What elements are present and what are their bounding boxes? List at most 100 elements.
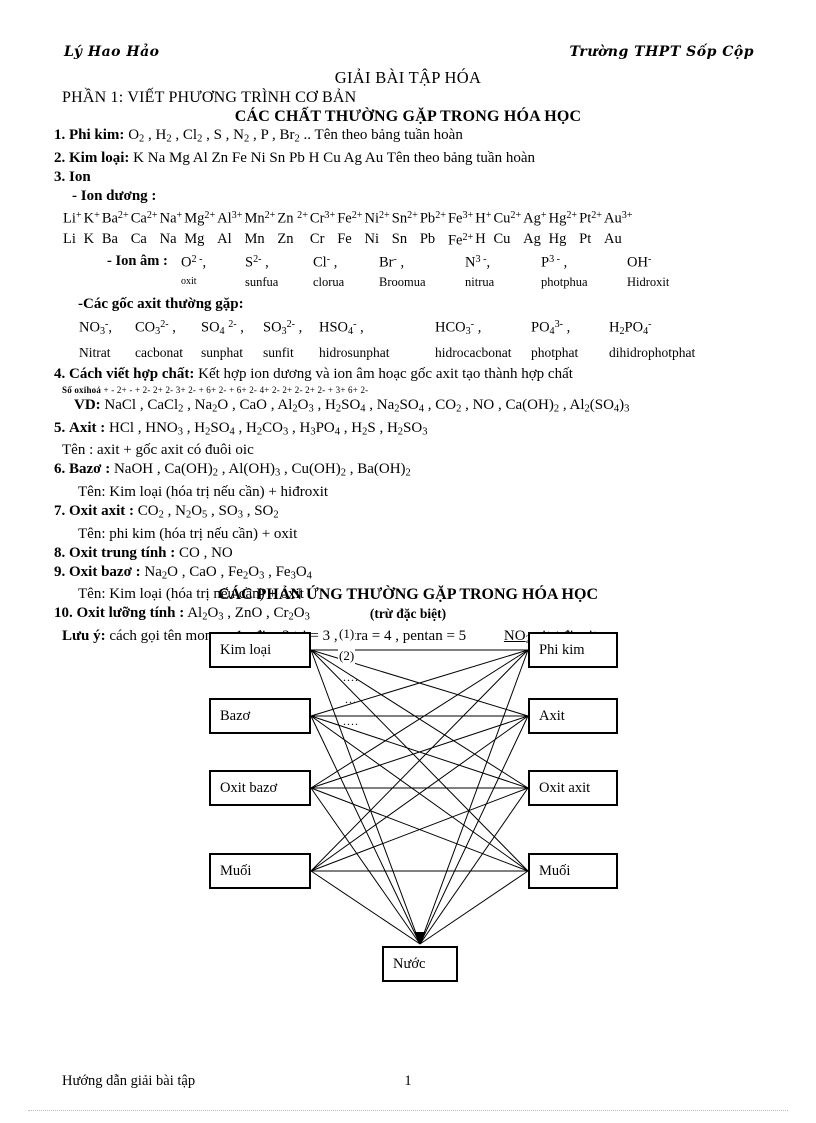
acid-cell: NO3-, (79, 319, 113, 338)
cation-name-row: Li K Ba Ca Na Mg Al Mn Zn Cr Fe Ni Sn Pb… (62, 228, 634, 250)
cation-cell: Na+ (159, 209, 183, 226)
item-label-oxit-trung-tinh: Oxit trung tính : (69, 544, 176, 561)
item-label-phi-kim: Phi kim: (69, 127, 125, 143)
vd-label: VD: (74, 397, 101, 414)
node-oxit-axit[interactable]: Oxit axit (528, 770, 618, 806)
node-label: Oxit axit (539, 779, 591, 796)
cation-name-cell: K (83, 230, 95, 247)
cation-name-cell: Ba (101, 230, 118, 247)
list-item-kim-loai: 2. Kim loại: K Na Mg Al Zn Fe Ni Sn Pb H… (0, 149, 816, 168)
cation-name-cell: Ca (130, 230, 147, 247)
cation-cell: Fe2+ (337, 209, 363, 226)
anion-cell: Br- , (379, 254, 405, 271)
edge-dots-3: .... (343, 714, 359, 728)
cation-cell: Au3+ (604, 209, 633, 226)
edge-dots-1: .... (343, 670, 359, 684)
item-label-oxit-bazo: Oxit bazơ : (69, 563, 141, 580)
acid-name-cell: hidrocacbonat (435, 345, 512, 361)
acid-cell: PO43- , (531, 319, 571, 338)
list-item-axit: 5. Axit : HCl , HNO3 , H2SO4 , H2CO3 , H… (0, 419, 816, 442)
item-label-oxit-axit: Oxit axit : (69, 503, 134, 520)
acid-radical-heading: -Các gốc axit thường gặp: (78, 296, 244, 313)
cation-table: Li+ K+ Ba2+ Ca2+ Na+ Mg2+ Al3+ Mn2+ Zn 2… (62, 206, 634, 251)
section-subtitle: CÁC CHẤT THƯỜNG GẶP TRONG HÓA HỌC (234, 108, 582, 125)
cation-cell: Mn2+ (244, 209, 276, 226)
anion-cell: S2- , (245, 254, 269, 271)
oxidation-values: + - 2+ - + 2- 2+ 2- 3+ 2- + 6+ 2- + 6+ 2… (103, 385, 369, 396)
list-item-phi-kim: 1. Phi kim: O2 , H2 , Cl2 , S , N2 , P ,… (0, 126, 816, 149)
item-number-6: 6. (54, 461, 66, 478)
cation-cell: Cu2+ (493, 209, 522, 226)
axit-formulas: HCl , HNO3 , H2SO4 , H2CO3 , H3PO4 , H2S… (109, 419, 428, 438)
phi-kim-note: Tên theo bảng tuần hoàn (314, 127, 463, 143)
edge-dots-2: ... (345, 692, 357, 706)
document-page: Lý Hao Hảo Trường THPT Sốp Cộp GIẢI BÀI … (0, 0, 816, 1123)
anion-name-cell: Broomua (379, 275, 426, 290)
oxidation-label: Số oxihoá (62, 385, 102, 396)
anion-name-cell: sunfua (245, 275, 279, 290)
acid-name-cell: sunfit (263, 345, 294, 361)
node-muoi-phai[interactable]: Muối (528, 853, 618, 889)
acid-cell: H2PO4- (609, 319, 652, 338)
vd-compounds-line: VD: NaCl , CaCl2 , Na2O , CaO , Al2O3 , … (0, 396, 816, 419)
node-nuoc[interactable]: Nước (382, 946, 458, 982)
list-item-oxit-trung-tinh: 8. Oxit trung tính : CO , NO (0, 544, 816, 563)
cation-name-cell: Zn (277, 230, 294, 247)
anion-name-cell: clorua (313, 275, 345, 290)
item-label-cach-viet: Cách viết hợp chất: (69, 366, 195, 383)
cation-cell: Pb2+ (419, 209, 446, 226)
node-label: Kim loại (220, 641, 272, 658)
acid-ion-row: NO3-, CO32- , SO4 2- , SO32- , HSO4- , H… (78, 314, 707, 342)
cation-cell: Al3+ (217, 209, 243, 226)
acid-name-cell: cacbonat (135, 345, 183, 361)
oxit-axit-formulas: CO2 , N2O5 , SO3 , SO2 (137, 503, 279, 521)
cation-ion-row: Li+ K+ Ba2+ Ca2+ Na+ Mg2+ Al3+ Mn2+ Zn 2… (62, 206, 634, 228)
list-item-bazo: 6. Bazơ : NaOH , Ca(OH)2 , Al(OH)3 , Cu(… (0, 460, 816, 483)
acid-name-cell: dihidrophotphat (609, 345, 696, 361)
node-bazo[interactable]: Bazơ (209, 698, 311, 734)
anion-table: - Ion âm : O2 -, S2- , Cl- , Br- , N3 -,… (106, 250, 670, 292)
cach-viet-text: Kết hợp ion dương và ion âm hoạc gốc axi… (198, 366, 573, 383)
item-number-4: 4. (54, 366, 66, 383)
node-axit[interactable]: Axit (528, 698, 618, 734)
page-number: 1 (404, 1073, 412, 1089)
anion-name-cell: Hidroxit (627, 275, 670, 290)
cation-name-cell: Fe2+ (447, 231, 474, 249)
anion-cell: P3 - , (541, 254, 568, 271)
anion-cell: O2 -, (181, 254, 207, 271)
cation-name-cell: H (475, 230, 486, 247)
cation-cell: K+ (83, 209, 100, 226)
phi-kim-ellipsis: .. (303, 127, 312, 143)
node-label: Oxit bazơ (220, 779, 278, 796)
acid-cell: HCO3- , (435, 319, 482, 338)
item-label-axit: Axit : (69, 419, 106, 436)
node-oxit-bazo[interactable]: Oxit bazơ (209, 770, 311, 806)
node-phi-kim[interactable]: Phi kim (528, 632, 618, 668)
node-kim-loai[interactable]: Kim loại (209, 632, 311, 668)
cation-name-cell: Au (604, 230, 622, 247)
node-label: Axit (539, 707, 565, 724)
acid-cell: SO32- , (263, 319, 303, 338)
acid-name-cell: hidrosunphat (319, 345, 390, 361)
cation-name-cell: Li (63, 230, 76, 247)
list-item-cach-viet-hop-chat: 4. Cách viết hợp chất: Kết hợp ion dương… (0, 365, 816, 384)
cation-cell: Ag+ (523, 209, 547, 226)
item-number-2: 2. (54, 149, 66, 166)
anion-cell: OH- (627, 254, 652, 271)
node-muoi-trai[interactable]: Muối (209, 853, 311, 889)
oxit-bazo-formulas: Na2O , CaO , Fe2O3 , Fe3O4 (144, 563, 312, 582)
cation-name-cell: Ni (364, 230, 379, 247)
anion-name-cell: photphua (541, 275, 588, 290)
item-label-bazo: Bazơ : (69, 461, 111, 478)
acid-cell: CO32- , (135, 319, 176, 338)
anion-name-cell: oxit (181, 276, 197, 288)
list-item-ion: 3. Ion (0, 168, 816, 187)
cation-name-cell: Ag (523, 230, 541, 247)
page-bottom-rule (28, 1110, 788, 1111)
node-label: Nước (393, 955, 426, 972)
anion-cell: Cl- , (313, 254, 338, 271)
acid-name-cell: photphat (531, 345, 579, 361)
cation-name-cell: Hg (548, 230, 567, 247)
cation-name-cell: Mn (244, 230, 265, 247)
cation-name-cell: Na (159, 230, 177, 247)
